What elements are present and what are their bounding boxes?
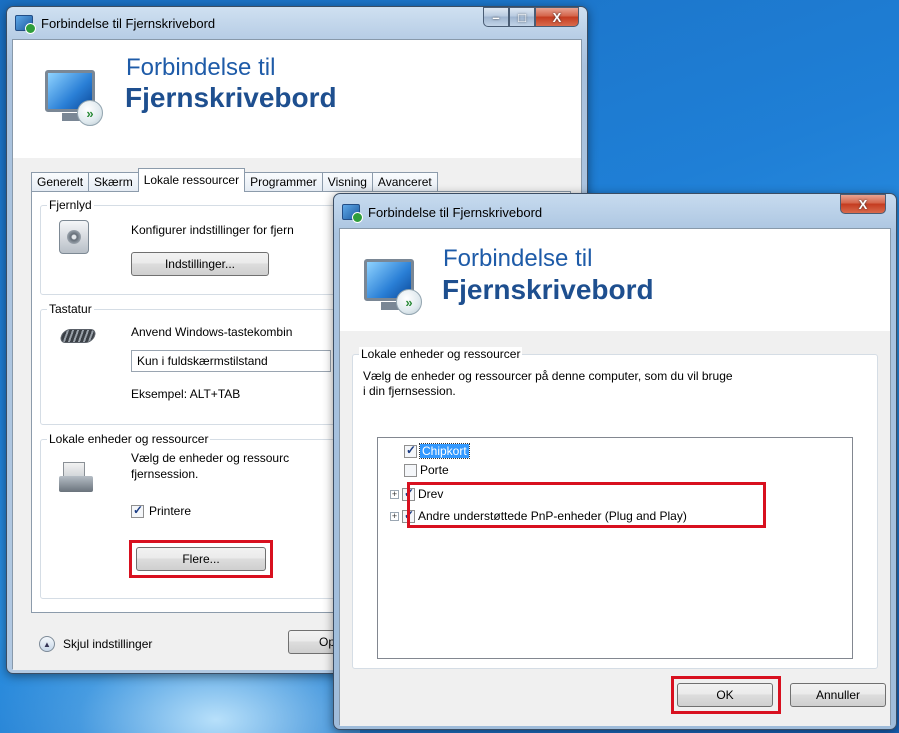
dialog-local-devices-group: Lokale enheder og ressourcer Vælg de enh… <box>352 347 878 669</box>
local-devices-icon <box>59 460 93 494</box>
close-icon: X <box>552 9 562 25</box>
dialog-client-area: » Forbindelse til Fjernskrivebord Lokale… <box>339 228 891 726</box>
dialog-close-button[interactable]: X <box>840 194 886 214</box>
dialog-banner-line1: Forbindelse til <box>443 245 593 272</box>
devices-tree[interactable]: Chipkort Porte + Drev + Andre understøtt… <box>377 437 853 659</box>
local-devices-description-line2: fjernsession. <box>131 467 199 481</box>
pnp-checkbox[interactable] <box>402 508 415 523</box>
keyboard-example: Eksempel: ALT+TAB <box>131 387 241 401</box>
tab-general[interactable]: Generelt <box>31 172 90 192</box>
connect-arrow-icon: » <box>77 100 103 126</box>
ports-label: Porte <box>420 463 449 477</box>
tab-programs[interactable]: Programmer <box>244 172 323 192</box>
local-devices-dialog: Forbindelse til Fjernskrivebord X » Forb… <box>333 193 897 730</box>
minimize-icon: – <box>492 9 500 25</box>
remote-audio-label: Fjernlyd <box>47 198 94 212</box>
collapse-up-icon: ▲ <box>39 636 55 652</box>
expand-pnp-icon[interactable]: + <box>390 511 399 521</box>
maximize-icon: □ <box>518 9 526 25</box>
hide-settings-label: Skjul indstillinger <box>63 637 153 651</box>
tree-item-pnp-devices[interactable]: + Andre understøttede PnP-enheder (Plug … <box>390 508 687 523</box>
tab-strip: Generelt Skærm Lokale ressourcer Program… <box>31 168 438 192</box>
dialog-app-icon <box>342 204 363 223</box>
local-devices-label: Lokale enheder og ressourcer <box>47 432 211 446</box>
ports-checkbox[interactable] <box>404 463 417 477</box>
dialog-description-line1: Vælg de enheder og ressourcer på denne c… <box>363 369 733 383</box>
ok-button[interactable]: OK <box>677 683 773 707</box>
tab-experience[interactable]: Visning <box>321 172 373 192</box>
connect-arrow-icon: » <box>396 289 422 315</box>
dialog-banner-line2: Fjernskrivebord <box>442 274 654 305</box>
minimize-button[interactable]: – <box>483 7 509 27</box>
tab-display[interactable]: Skærm <box>88 172 139 192</box>
printers-checkbox[interactable] <box>131 503 144 518</box>
audio-settings-button[interactable]: Indstillinger... <box>131 252 269 276</box>
tab-advanced[interactable]: Avanceret <box>371 172 438 192</box>
main-banner: » Forbindelse til Fjernskrivebord <box>13 40 581 158</box>
drives-checkbox[interactable] <box>402 486 415 501</box>
keyboard-icon <box>58 329 98 343</box>
printers-checkbox-row[interactable]: Printere <box>131 503 192 518</box>
banner-title-line2: Fjernskrivebord <box>125 82 337 113</box>
cancel-button[interactable]: Annuller <box>790 683 886 707</box>
tree-item-chipcard[interactable]: Chipkort <box>404 443 470 459</box>
dialog-titlebar[interactable]: Forbindelse til Fjernskrivebord X <box>334 194 896 224</box>
speaker-icon <box>59 220 89 254</box>
close-icon: X <box>858 196 868 212</box>
keyboard-label: Tastatur <box>47 302 94 316</box>
main-titlebar[interactable]: Forbindelse til Fjernskrivebord – □ X <box>7 7 587 37</box>
more-button[interactable]: Flere... <box>136 547 266 571</box>
keyboard-mode-select[interactable]: Kun i fuldskærmstilstand <box>131 350 331 372</box>
chipcard-checkbox[interactable] <box>404 443 417 458</box>
drives-label: Drev <box>418 487 444 501</box>
banner-title-line1: Forbindelse til <box>126 54 276 81</box>
tree-item-drives[interactable]: + Drev <box>390 486 444 501</box>
rdp-app-icon <box>15 15 36 34</box>
dialog-group-label: Lokale enheder og ressourcer <box>359 347 523 361</box>
tree-item-ports[interactable]: Porte <box>404 463 449 477</box>
local-devices-description-line1: Vælg de enheder og ressourc <box>131 451 290 465</box>
chipcard-label: Chipkort <box>419 443 470 459</box>
hide-settings-toggle[interactable]: ▲ Skjul indstillinger <box>39 636 152 652</box>
dialog-banner: » Forbindelse til Fjernskrivebord <box>340 229 890 331</box>
remote-audio-description: Konfigurer indstillinger for fjern <box>131 223 294 237</box>
maximize-button[interactable]: □ <box>509 7 535 27</box>
tab-local-resources[interactable]: Lokale ressourcer <box>137 168 246 192</box>
dialog-description-line2: i din fjernsession. <box>363 384 456 398</box>
pnp-label: Andre understøttede PnP-enheder (Plug an… <box>418 509 687 523</box>
dialog-title: Forbindelse til Fjernskrivebord <box>368 205 543 220</box>
close-button[interactable]: X <box>535 7 579 27</box>
main-window-title: Forbindelse til Fjernskrivebord <box>41 16 216 31</box>
printers-label: Printere <box>149 504 192 518</box>
keyboard-description: Anvend Windows-tastekombin <box>131 325 293 339</box>
expand-drives-icon[interactable]: + <box>390 489 399 499</box>
